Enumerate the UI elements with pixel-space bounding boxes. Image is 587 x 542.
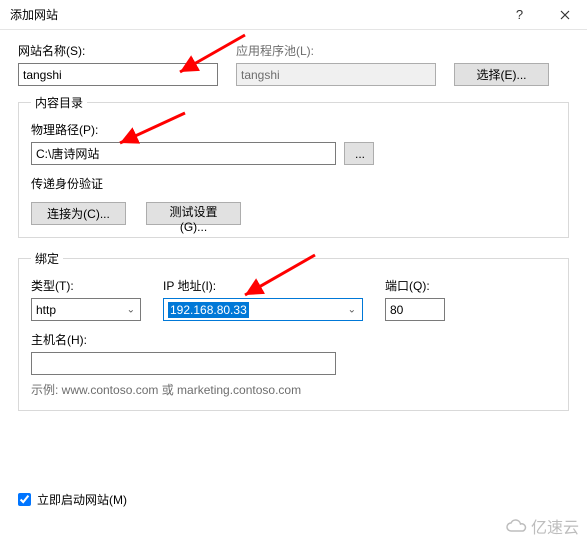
dialog-title: 添加网站 bbox=[10, 6, 497, 23]
content-directory-group: 内容目录 物理路径(P): ... 传递身份验证 连接为(C)... 测试设置(… bbox=[18, 94, 569, 238]
port-input[interactable] bbox=[385, 298, 445, 321]
dialog-body: 网站名称(S): 应用程序池(L): 选择(E)... 内容目录 物理路径(P)… bbox=[0, 30, 587, 516]
port-label: 端口(Q): bbox=[385, 277, 445, 294]
watermark: 亿速云 bbox=[505, 514, 579, 538]
type-label: 类型(T): bbox=[31, 277, 141, 294]
connect-as-button[interactable]: 连接为(C)... bbox=[31, 202, 126, 225]
titlebar: 添加网站 ? bbox=[0, 0, 587, 30]
start-site-label: 立即启动网站(M) bbox=[37, 491, 127, 508]
app-pool-label: 应用程序池(L): bbox=[236, 42, 436, 59]
cloud-icon bbox=[505, 519, 527, 533]
help-button[interactable]: ? bbox=[497, 0, 542, 30]
chevron-down-icon: ⌄ bbox=[348, 304, 356, 315]
site-name-label: 网站名称(S): bbox=[18, 42, 218, 59]
auth-title: 传递身份验证 bbox=[31, 175, 556, 192]
binding-legend: 绑定 bbox=[31, 250, 63, 267]
test-settings-button[interactable]: 测试设置(G)... bbox=[146, 202, 241, 225]
hostname-label: 主机名(H): bbox=[31, 331, 556, 348]
ip-address-label: IP 地址(I): bbox=[163, 277, 363, 294]
physical-path-input[interactable] bbox=[31, 142, 336, 165]
hostname-input[interactable] bbox=[31, 352, 336, 375]
site-name-input[interactable] bbox=[18, 63, 218, 86]
close-icon bbox=[560, 10, 570, 20]
ip-address-value: 192.168.80.33 bbox=[168, 302, 249, 318]
close-button[interactable] bbox=[542, 0, 587, 30]
start-site-checkbox[interactable] bbox=[18, 493, 31, 506]
browse-path-button[interactable]: ... bbox=[344, 142, 374, 165]
app-pool-input bbox=[236, 63, 436, 86]
type-select[interactable]: http bbox=[31, 298, 141, 321]
ip-address-select[interactable]: 192.168.80.33 ⌄ bbox=[163, 298, 363, 321]
hostname-example: 示例: www.contoso.com 或 marketing.contoso.… bbox=[31, 381, 556, 398]
content-directory-legend: 内容目录 bbox=[31, 94, 87, 111]
binding-group: 绑定 类型(T): http ⌄ IP 地址(I): 192.168.80.33… bbox=[18, 250, 569, 411]
select-app-pool-button[interactable]: 选择(E)... bbox=[454, 63, 549, 86]
physical-path-label: 物理路径(P): bbox=[31, 121, 556, 138]
